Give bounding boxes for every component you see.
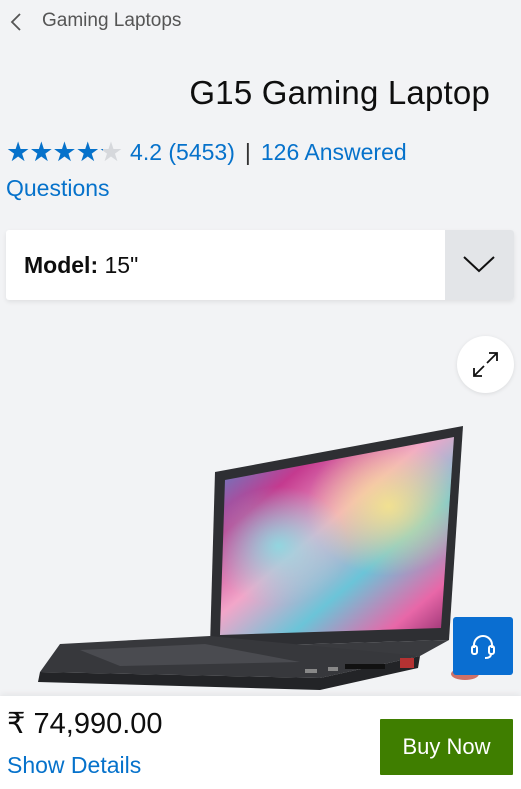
rating-separator: |	[244, 139, 251, 165]
breadcrumb-link-gaming-laptops[interactable]: Gaming Laptops	[42, 10, 181, 32]
model-select-toggle[interactable]	[445, 230, 514, 300]
rating-score-link[interactable]: 4.2 (5453)	[130, 139, 235, 165]
breadcrumb: Gaming Laptops	[0, 0, 521, 44]
model-select-text: Model: 15"	[24, 252, 138, 279]
purchase-footer: ₹ 74,990.00 Show Details Buy Now	[0, 696, 521, 789]
star-rating: ★★★★★ ★★★★★	[6, 134, 123, 170]
page-title: G15 Gaming Laptop	[189, 74, 490, 111]
chevron-down-icon	[463, 256, 495, 273]
support-chat-button[interactable]	[453, 617, 513, 675]
product-price: ₹ 74,990.00	[7, 708, 163, 740]
rating-summary: ★★★★★ ★★★★★ 4.2 (5453)|126 Answered Ques…	[6, 134, 476, 206]
model-select-label: Model:	[24, 252, 99, 278]
chevron-left-icon[interactable]	[8, 11, 24, 33]
show-details-link[interactable]: Show Details	[7, 752, 141, 779]
star-rating-filled: ★★★★★	[6, 137, 103, 167]
buy-now-button[interactable]: Buy Now	[380, 719, 513, 775]
laptop-product-image	[38, 426, 479, 690]
headset-icon	[471, 635, 495, 659]
expand-image-button[interactable]	[457, 336, 514, 393]
model-select[interactable]: Model: 15"	[6, 230, 514, 300]
model-select-value: 15"	[104, 252, 139, 278]
expand-icon	[473, 352, 498, 377]
